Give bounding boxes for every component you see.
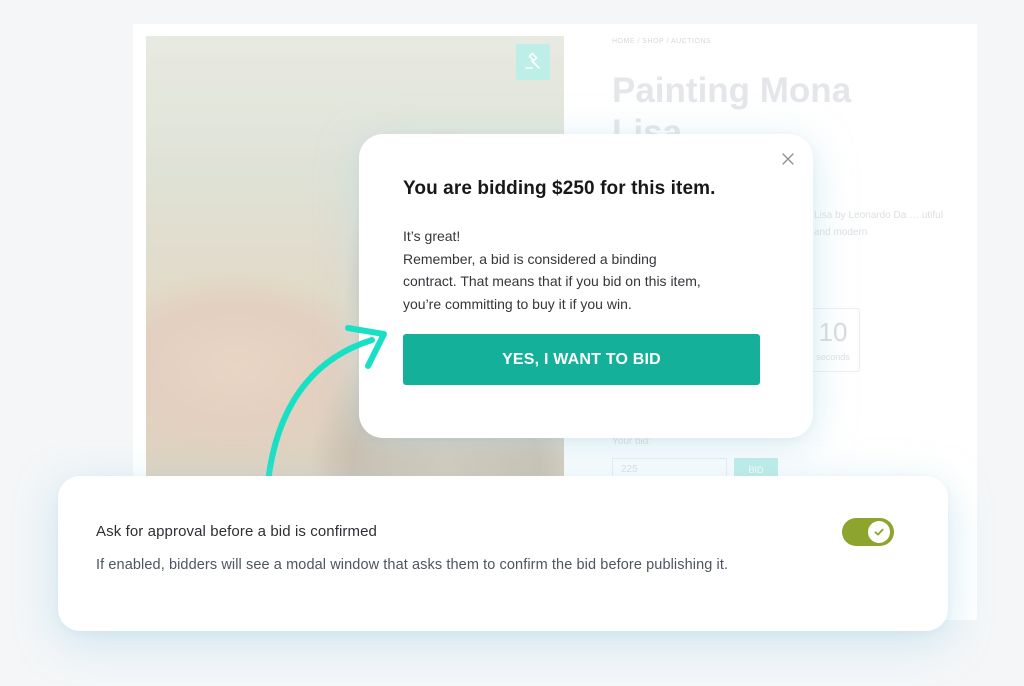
breadcrumb: HOME / SHOP / AUCTIONS <box>612 38 712 45</box>
setting-description: If enabled, bidders will see a modal win… <box>96 557 729 573</box>
confirm-bid-button[interactable]: YES, I WANT TO BID <box>403 334 760 385</box>
modal-message-line: contract. That means that if you bid on … <box>403 273 701 289</box>
countdown-value: 10 <box>818 317 848 347</box>
countdown-seconds: 10 seconds <box>806 308 860 372</box>
modal-message: It’s great! Remember, a bid is considere… <box>403 225 783 315</box>
curved-arrow <box>264 325 387 495</box>
approval-toggle[interactable] <box>842 518 894 546</box>
product-description: Lisa by Leonardo Da … utiful and modern <box>814 210 943 238</box>
approval-setting-card: Ask for approval before a bid is confirm… <box>58 476 948 631</box>
bid-confirmation-modal: You are bidding $250 for this item. It’s… <box>359 134 813 438</box>
check-icon <box>868 521 890 543</box>
modal-message-line: you’re committing to buy it if you win. <box>403 295 632 312</box>
setting-title: Ask for approval before a bid is confirm… <box>96 523 378 540</box>
modal-message-line: It’s great! <box>403 228 461 244</box>
countdown-unit: seconds <box>816 352 850 362</box>
close-icon[interactable] <box>779 150 797 168</box>
gavel-icon <box>516 44 550 80</box>
modal-title: You are bidding $250 for this item. <box>403 178 716 199</box>
modal-message-line: Remember, a bid is considered a binding <box>403 250 657 267</box>
